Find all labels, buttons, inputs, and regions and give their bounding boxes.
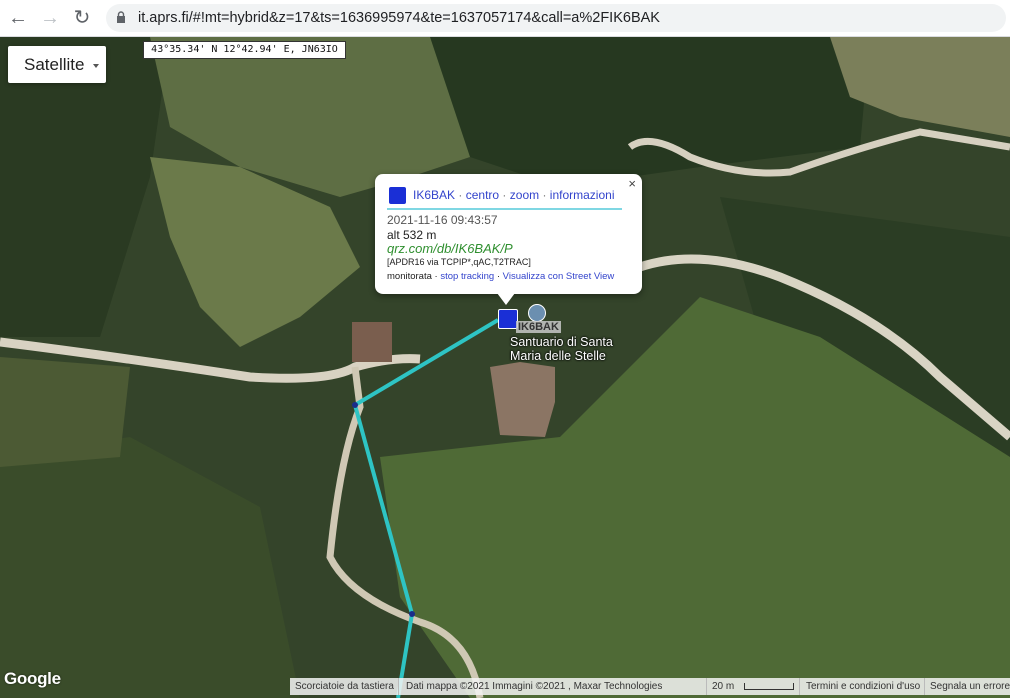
popup-tail [497,293,515,305]
close-icon[interactable]: × [628,176,636,191]
popup-altitude: alt 532 m [387,228,437,242]
reload-icon[interactable]: ↻ [70,6,94,30]
url-text[interactable]: it.aprs.fi/#!mt=hybrid&z=17&ts=163699597… [138,10,660,26]
google-logo: Google [4,669,61,688]
forward-arrow-icon[interactable]: → [38,6,62,30]
poi-label-line2: Maria delle Stelle [510,349,606,363]
map-data-attribution: Dati mappa ©2021 Immagini ©2021 , Maxar … [406,681,663,692]
keyboard-shortcuts-link[interactable]: Scorciatoie da tastiera [295,681,394,692]
footer-divider [924,678,925,695]
station-marker-icon[interactable] [498,309,518,329]
coordinates-readout: 43°35.34' N 12°42.94' E, JN63IO [143,41,346,59]
street-view-link[interactable]: Visualizza con Street View [503,271,615,282]
station-info-popup: × IK6BAK · centro · zoom · informazioni … [375,174,642,305]
popup-header: IK6BAK · centro · zoom · informazioni [413,188,615,202]
footer-divider [706,678,707,695]
popup-path: [APDR16 via TCPIP*,qAC,T2TRAC] [387,257,531,267]
station-symbol-icon [389,187,406,204]
scale-label[interactable]: 20 m [712,681,734,692]
satellite-imagery [0,37,1010,698]
qrz-link[interactable]: qrz.com/db/IK6BAK/P [387,241,513,256]
poi-label[interactable]: Santuario di Santa Maria delle Stelle [510,335,613,363]
centro-link[interactable]: centro [466,188,499,202]
terms-link[interactable]: Termini e condizioni d'uso [806,681,920,692]
map-footer: Scorciatoie da tastiera Dati mappa ©2021… [290,678,1010,695]
map-type-selector[interactable]: Satellite [8,46,106,83]
landmark-icon[interactable] [528,304,546,322]
station-label[interactable]: IK6BAK [516,321,561,333]
popup-monitor-row: monitorata · stop tracking · Visualizza … [387,271,615,282]
footer-divider [398,678,399,695]
map-canvas[interactable]: Satellite 43°35.34' N 12°42.94' E, JN63I… [0,37,1010,698]
zoom-link[interactable]: zoom [510,188,539,202]
informazioni-link[interactable]: informazioni [550,188,615,202]
back-arrow-icon[interactable]: ← [6,6,30,30]
caret-down-icon[interactable] [93,64,99,68]
monitor-label: monitorata [387,271,432,282]
footer-divider [799,678,800,695]
popup-timestamp: 2021-11-16 09:43:57 [387,213,498,227]
stop-tracking-link[interactable]: stop tracking [440,271,494,282]
report-error-link[interactable]: Segnala un errore [930,681,1010,692]
browser-toolbar: ← → ↻ it.aprs.fi/#!mt=hybrid&z=17&ts=163… [0,0,1010,37]
map-type-label[interactable]: Satellite [24,55,84,75]
address-bar[interactable]: it.aprs.fi/#!mt=hybrid&z=17&ts=163699597… [106,4,1006,32]
popup-callsign[interactable]: IK6BAK [413,188,455,202]
lock-icon [117,11,125,23]
poi-label-line1: Santuario di Santa [510,335,613,349]
popup-divider [387,208,622,210]
scale-bar[interactable] [744,683,794,690]
